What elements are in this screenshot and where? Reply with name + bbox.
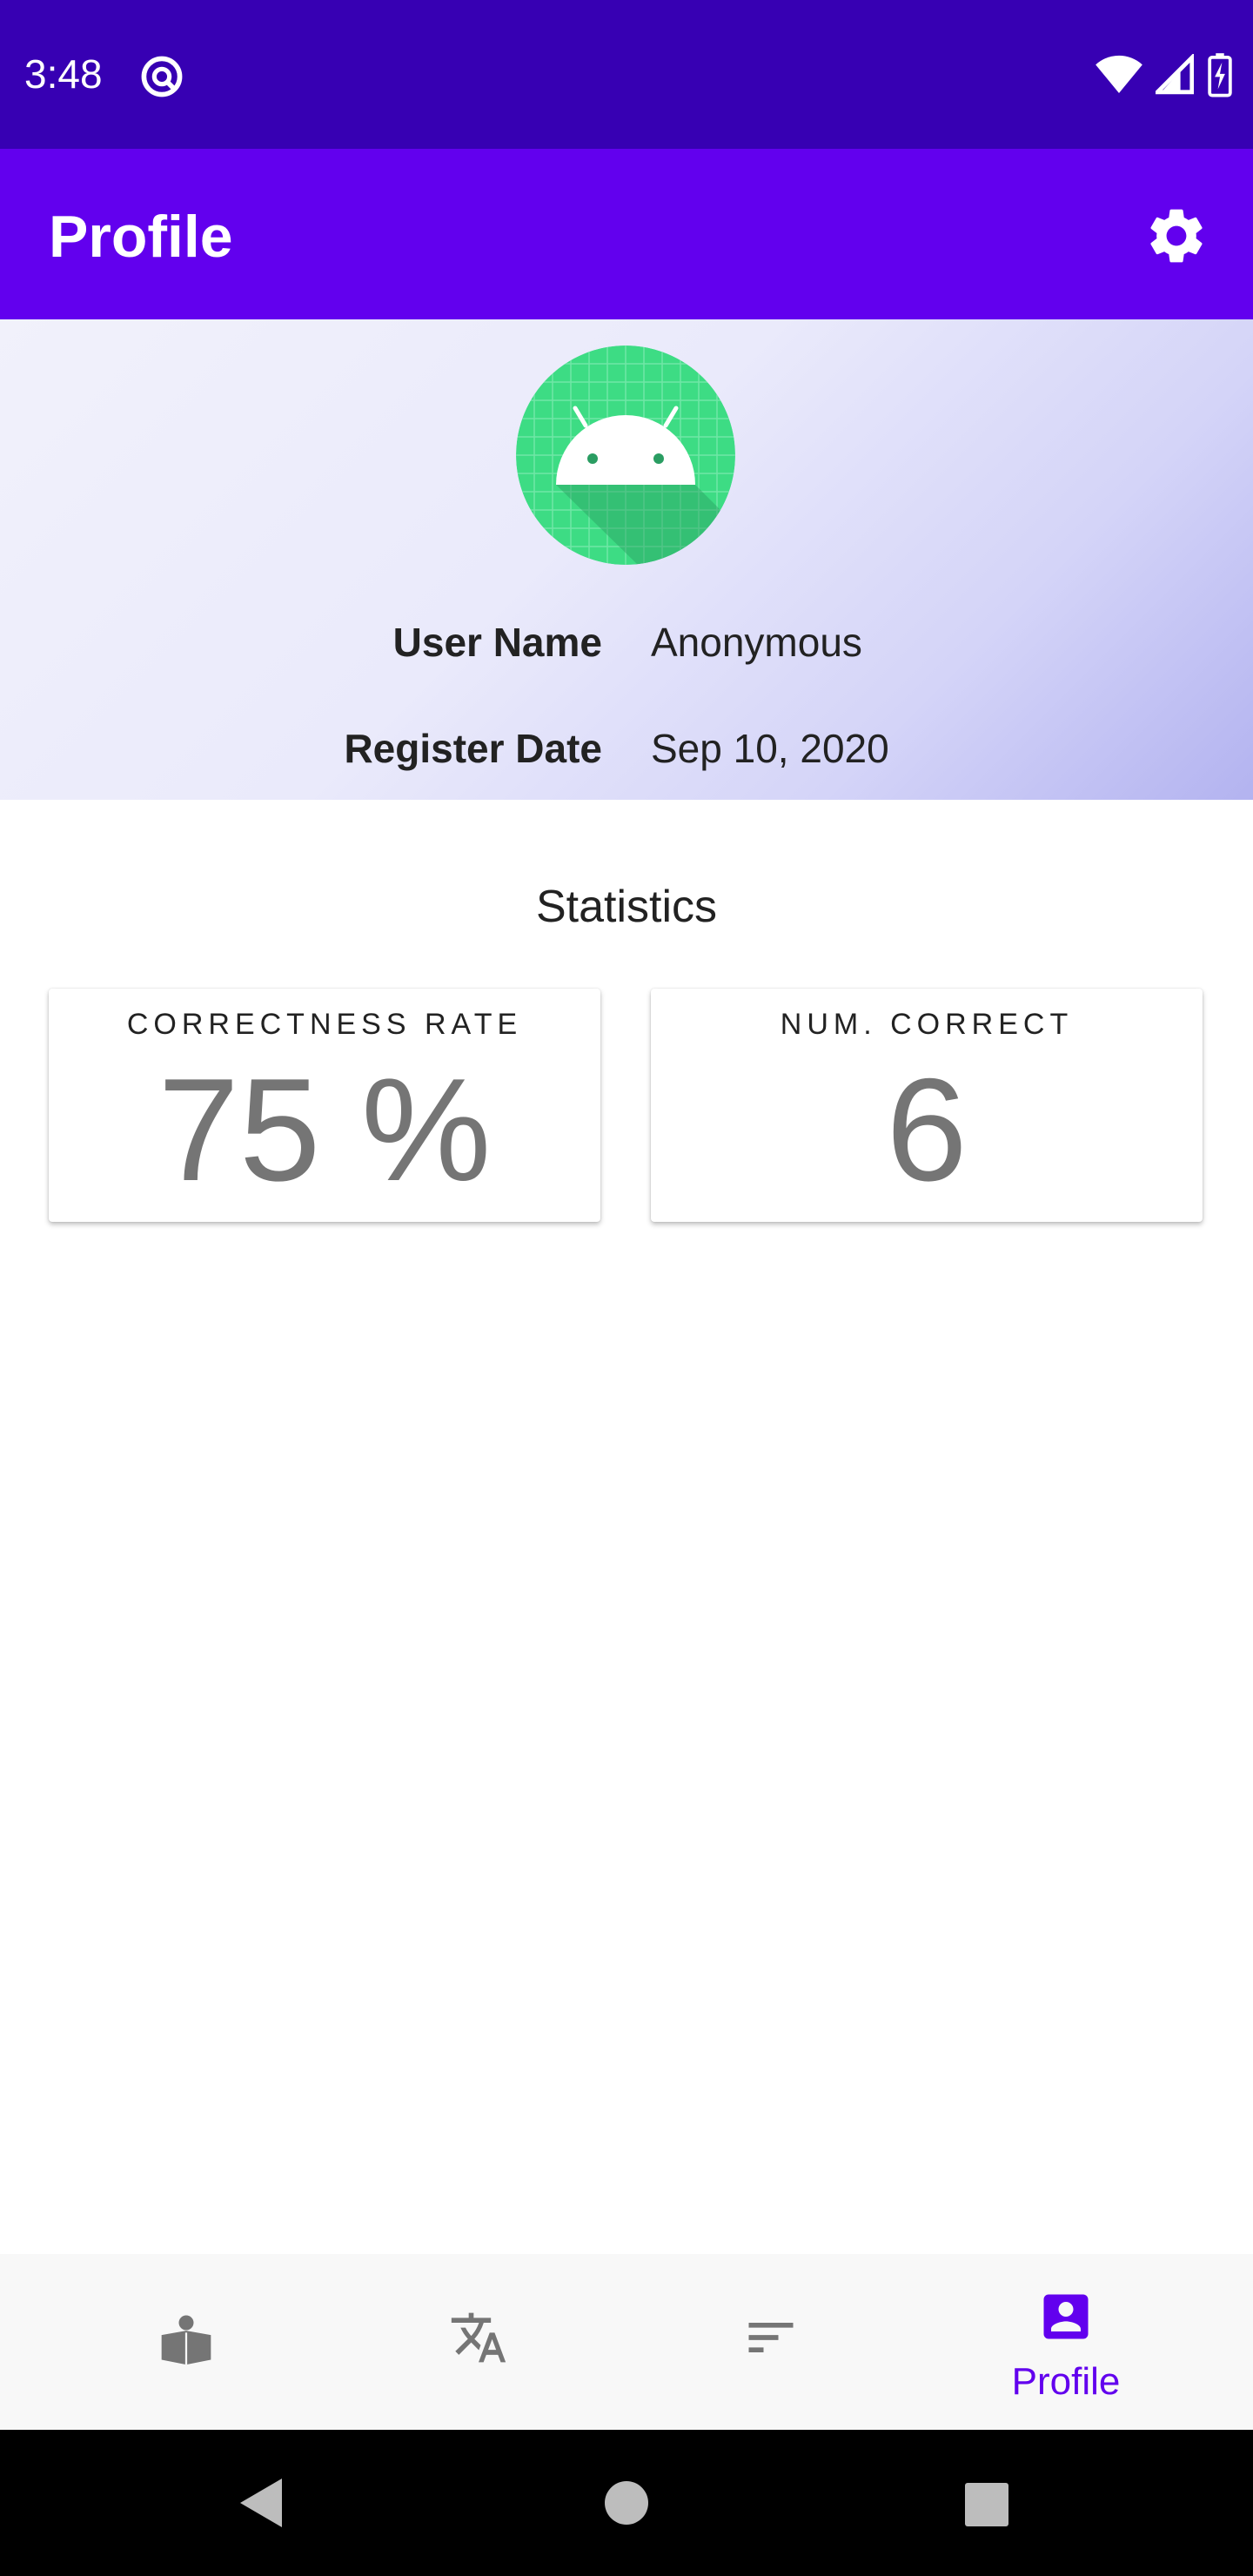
nav-item-profile[interactable]: Profile bbox=[909, 2254, 1223, 2430]
settings-gear-icon[interactable] bbox=[1143, 203, 1209, 269]
card-value: 75 % bbox=[157, 1048, 492, 1211]
profile-header: User Name Anonymous Register Date Sep 10… bbox=[0, 319, 1253, 800]
home-icon[interactable] bbox=[604, 2480, 649, 2526]
bottom-navigation: Profile bbox=[0, 2254, 1253, 2430]
battery-charging-icon bbox=[1208, 53, 1232, 97]
back-icon[interactable] bbox=[237, 2475, 285, 2531]
android-avatar-icon bbox=[516, 345, 735, 565]
card-value: 6 bbox=[886, 1048, 968, 1211]
sort-icon bbox=[748, 2323, 794, 2352]
system-navigation-bar bbox=[0, 2430, 1253, 2576]
user-name-value: Anonymous bbox=[651, 620, 862, 665]
nav-item-book[interactable] bbox=[30, 2254, 343, 2430]
cellular-signal-icon bbox=[1156, 54, 1194, 95]
user-name-label: User Name bbox=[392, 620, 602, 665]
card-label: NUM. CORRECT bbox=[780, 1008, 1074, 1041]
wifi-icon bbox=[1096, 55, 1142, 93]
book-icon bbox=[161, 2315, 211, 2365]
nav-item-translate[interactable] bbox=[322, 2254, 635, 2430]
correctness-rate-card: CORRECTNESS RATE 75 % bbox=[49, 989, 600, 1222]
nav-item-sort[interactable] bbox=[614, 2254, 928, 2430]
register-date-label: Register Date bbox=[344, 726, 602, 771]
status-indicators bbox=[1095, 50, 1234, 99]
account-box-icon bbox=[1043, 2294, 1089, 2339]
statistics-title: Statistics bbox=[535, 882, 718, 932]
page-title: Profile bbox=[49, 204, 233, 270]
register-date-value: Sep 10, 2020 bbox=[651, 726, 889, 771]
translate-icon bbox=[451, 2312, 506, 2363]
recents-icon[interactable] bbox=[964, 2482, 1009, 2527]
num-correct-card: NUM. CORRECT 6 bbox=[651, 989, 1203, 1222]
card-label: CORRECTNESS RATE bbox=[126, 1008, 523, 1041]
nav-label-profile: Profile bbox=[1011, 2360, 1121, 2403]
status-bar: 3:48 bbox=[0, 0, 1253, 149]
status-time: 3:48 bbox=[24, 51, 103, 97]
sync-notification-icon bbox=[141, 56, 183, 97]
app-bar: Profile bbox=[0, 149, 1253, 319]
